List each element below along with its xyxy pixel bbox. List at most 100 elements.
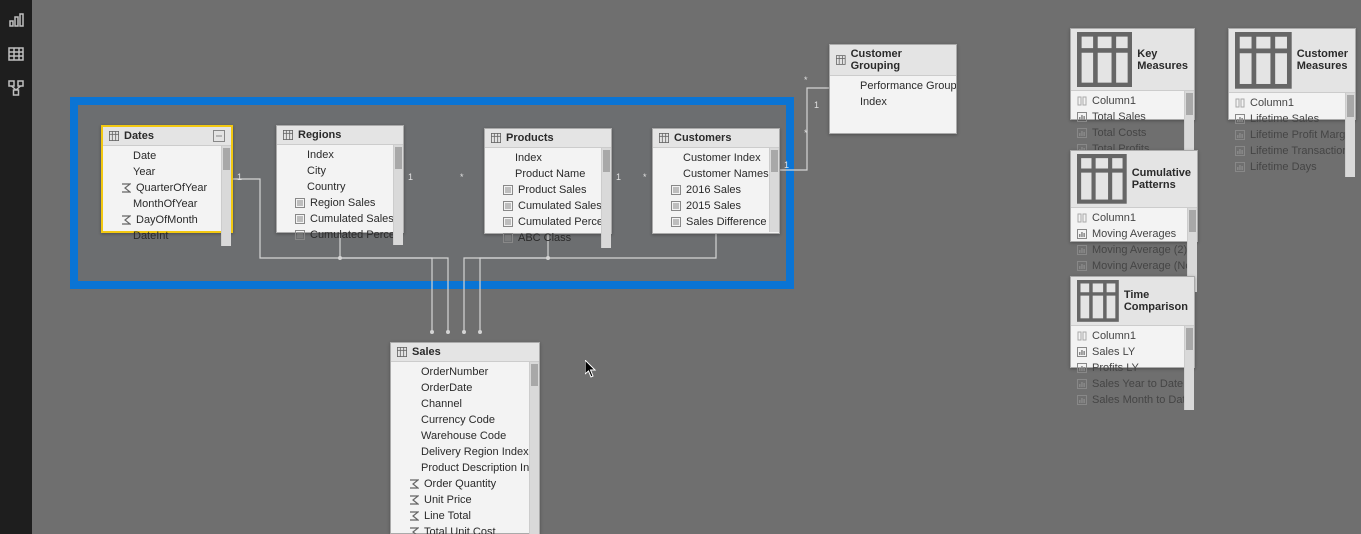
report-view-button[interactable] [0, 4, 32, 36]
data-view-button[interactable] [0, 38, 32, 70]
table-field[interactable]: ABC Class [485, 230, 601, 246]
measure-card-cust[interactable]: Customer MeasuresColumn1Lifetime SalesLi… [1228, 28, 1356, 120]
field-label: Customer Index [683, 152, 761, 164]
cardinality-label: 1 [784, 160, 789, 170]
measure-card-time[interactable]: Time ComparisonColumn1Sales LYProfits LY… [1070, 276, 1195, 368]
table-field[interactable]: DateInt [103, 228, 221, 244]
table-header[interactable]: Regions [277, 126, 403, 145]
table-field[interactable]: Performance Group [830, 78, 956, 94]
table-field[interactable]: Product Description Index [391, 460, 529, 476]
measure-field[interactable]: Total Sales [1071, 109, 1184, 125]
calculated-column-icon [503, 185, 513, 195]
measure-field[interactable]: Total Costs [1071, 125, 1184, 141]
model-view-button[interactable] [0, 72, 32, 104]
measure-field[interactable]: Sales Month to Date [1071, 392, 1184, 408]
table-field[interactable]: Cumulated Sales [485, 198, 601, 214]
field-label: Cumulated Sales [310, 213, 393, 225]
table-field[interactable]: 2015 Sales [653, 198, 769, 214]
table-field[interactable]: Channel [391, 396, 529, 412]
measure-icon [1077, 245, 1087, 255]
table-field[interactable]: Order Quantity [391, 476, 529, 492]
scrollbar[interactable] [1345, 93, 1355, 177]
table-field[interactable]: Sales Difference [653, 214, 769, 230]
table-header[interactable]: Customers [653, 129, 779, 148]
card-header[interactable]: Customer Measures [1229, 29, 1355, 93]
table-field[interactable]: QuarterOfYear [103, 180, 221, 196]
measure-field[interactable]: Lifetime Transactions [1229, 143, 1345, 159]
collapse-icon[interactable] [213, 130, 225, 142]
scrollbar[interactable] [769, 148, 779, 232]
measure-field[interactable]: Column1 [1229, 95, 1345, 111]
table-field[interactable]: Cumulated Percenta [485, 214, 601, 230]
scrollbar[interactable] [1184, 326, 1194, 410]
table-header[interactable]: Dates [103, 127, 231, 146]
table-products[interactable]: ProductsIndexProduct NameProduct SalesCu… [484, 128, 612, 234]
table-header[interactable]: Products [485, 129, 611, 148]
measure-card-cum[interactable]: Cumulative Patterns Column1Moving Average… [1070, 150, 1198, 242]
measure-field[interactable]: Sales Year to Date [1071, 376, 1184, 392]
table-field[interactable]: Total Unit Cost [391, 524, 529, 534]
measure-field[interactable]: Moving Average (No [1071, 258, 1187, 274]
table-header[interactable]: Sales [391, 343, 539, 362]
measure-field[interactable]: Lifetime Profit Margi [1229, 127, 1345, 143]
table-cgroup[interactable]: Customer Grouping Performance GroupIndex [829, 44, 957, 134]
table-field[interactable]: Index [485, 150, 601, 166]
scrollbar[interactable] [529, 362, 539, 534]
model-canvas[interactable]: Dates DateYearQuarterOfYearMonthOfYearDay… [32, 0, 1361, 534]
measure-field[interactable]: Sales LY [1071, 344, 1184, 360]
table-field[interactable]: MonthOfYear [103, 196, 221, 212]
table-header[interactable]: Customer Grouping [830, 45, 956, 76]
table-field[interactable]: Warehouse Code [391, 428, 529, 444]
scrollbar[interactable] [221, 146, 231, 246]
measure-field[interactable]: Column1 [1071, 328, 1184, 344]
table-field[interactable]: Delivery Region Index [391, 444, 529, 460]
table-field[interactable]: OrderDate [391, 380, 529, 396]
measure-field[interactable]: Column1 [1071, 210, 1187, 226]
table-field[interactable]: Unit Price [391, 492, 529, 508]
measure-field[interactable]: Lifetime Sales [1229, 111, 1345, 127]
field-label: Total Unit Cost [424, 526, 496, 534]
table-field[interactable]: Currency Code [391, 412, 529, 428]
table-field[interactable]: Cumulated Percenta [277, 227, 393, 243]
measure-field[interactable]: Column1 [1071, 93, 1184, 109]
measure-icon [1235, 114, 1245, 124]
card-header[interactable]: Time Comparison [1071, 277, 1194, 326]
table-field[interactable]: Index [277, 147, 393, 163]
table-field[interactable]: Region Sales [277, 195, 393, 211]
measure-card-key[interactable]: Key MeasuresColumn1Total SalesTotal Cost… [1070, 28, 1195, 120]
table-field[interactable]: OrderNumber [391, 364, 529, 380]
table-field[interactable]: Customer Names [653, 166, 769, 182]
measure-field[interactable]: Lifetime Days [1229, 159, 1345, 175]
measure-icon [1077, 395, 1087, 405]
table-title: Products [506, 132, 554, 144]
sigma-icon [409, 527, 419, 534]
measure-field[interactable]: Profits LY [1071, 360, 1184, 376]
card-header[interactable]: Cumulative Patterns [1071, 151, 1197, 208]
table-field[interactable]: Product Name [485, 166, 601, 182]
table-regions[interactable]: Regions IndexCityCountryRegion Sales Cumul… [276, 125, 404, 233]
table-field[interactable]: Date [103, 148, 221, 164]
table-field[interactable]: City [277, 163, 393, 179]
measure-icon [1235, 130, 1245, 140]
table-field[interactable]: Country [277, 179, 393, 195]
measure-field[interactable]: Moving Averages [1071, 226, 1187, 242]
card-title: Time Comparison [1124, 289, 1188, 313]
table-dates[interactable]: Dates DateYearQuarterOfYearMonthOfYearDay… [101, 125, 233, 233]
scrollbar[interactable] [393, 145, 403, 245]
table-field[interactable]: Year [103, 164, 221, 180]
table-field[interactable]: Customer Index [653, 150, 769, 166]
field-label: 2016 Sales [686, 184, 741, 196]
table-field[interactable]: Index [830, 94, 956, 110]
table-icon [109, 131, 119, 141]
measure-field[interactable]: Moving Average (2) [1071, 242, 1187, 258]
table-customers[interactable]: Customers Customer Index Customer Names 201… [652, 128, 780, 234]
table-field[interactable]: DayOfMonth [103, 212, 221, 228]
table-sales[interactable]: Sales OrderNumberOrderDateChannelCurrency… [390, 342, 540, 534]
cardinality-label: 1 [814, 100, 819, 110]
scrollbar[interactable] [601, 148, 611, 248]
table-field[interactable]: 2016 Sales [653, 182, 769, 198]
card-header[interactable]: Key Measures [1071, 29, 1194, 91]
table-field[interactable]: Cumulated Sales [277, 211, 393, 227]
table-field[interactable]: Line Total [391, 508, 529, 524]
table-field[interactable]: Product Sales [485, 182, 601, 198]
